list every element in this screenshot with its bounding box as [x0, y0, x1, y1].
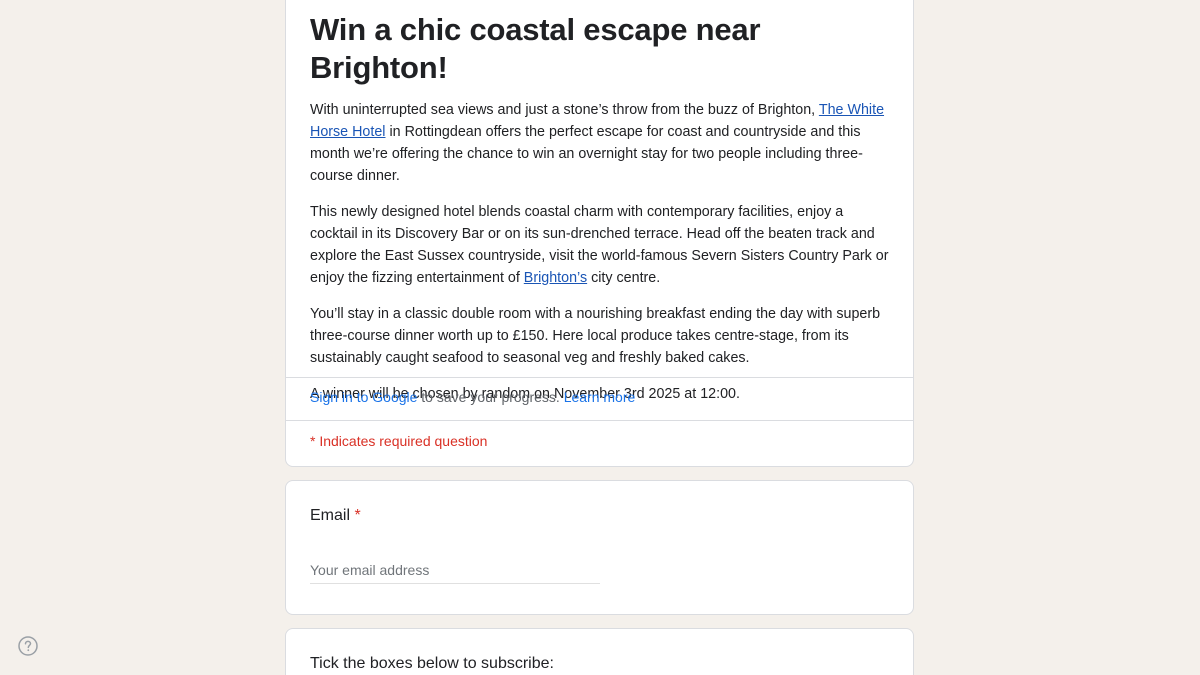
learn-more-link[interactable]: Learn more	[564, 389, 636, 405]
description-text: With uninterrupted sea views and just a …	[310, 102, 819, 118]
email-question-card: Email *	[285, 480, 914, 615]
email-field[interactable]	[310, 557, 600, 584]
description-paragraph-3: You’ll stay in a classic double room wit…	[310, 306, 881, 366]
form-header-content: Win a chic coastal escape near Brighton!…	[286, 0, 913, 405]
sign-in-link[interactable]: Sign in to Google	[310, 389, 417, 405]
subscribe-question-card: Tick the boxes below to subscribe:	[285, 628, 914, 675]
signin-row: Sign in to Google to save your progress.…	[310, 387, 635, 407]
form-page: Win a chic coastal escape near Brighton!…	[0, 0, 1200, 675]
form-title: Win a chic coastal escape near Brighton!	[310, 12, 761, 85]
description-text: in Rottingdean offers the perfect escape…	[310, 124, 863, 184]
email-question-label: Email *	[310, 506, 361, 526]
divider	[286, 377, 913, 378]
subscribe-question-label: Tick the boxes below to subscribe:	[310, 655, 554, 672]
form-description: With uninterrupted sea views and just a …	[310, 99, 889, 405]
form-header-card: Win a chic coastal escape near Brighton!…	[285, 0, 914, 467]
divider	[286, 420, 913, 421]
description-paragraph-2: This newly designed hotel blends coastal…	[310, 201, 889, 289]
signin-text: to save your progress.	[417, 389, 564, 405]
required-note: * Indicates required question	[310, 433, 488, 449]
help-circle-icon[interactable]	[18, 636, 38, 656]
description-paragraph-1: With uninterrupted sea views and just a …	[310, 99, 889, 187]
brighton-link[interactable]: Brighton’s	[524, 270, 587, 286]
description-text: city centre.	[587, 270, 661, 286]
required-asterisk: *	[354, 507, 361, 524]
email-label-text: Email	[310, 507, 351, 524]
